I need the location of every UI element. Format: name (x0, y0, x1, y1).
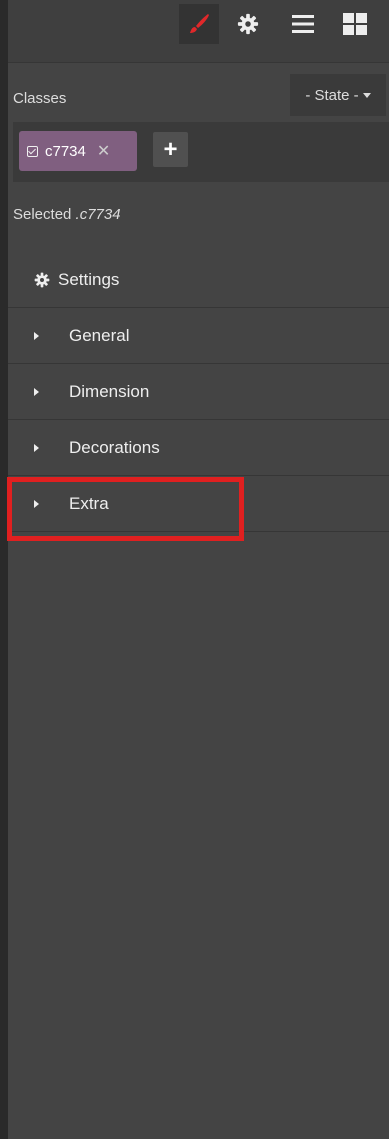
sector-general[interactable]: General (8, 307, 389, 363)
classes-label: Classes (13, 90, 67, 107)
class-tags-container: c7734 ✕ + (13, 122, 389, 182)
class-tag-label: c7734 (45, 142, 86, 160)
selected-prefix: Selected (13, 206, 72, 223)
caret-right-icon (34, 499, 39, 508)
gear-icon (237, 13, 259, 35)
state-select[interactable]: - State - (290, 74, 386, 116)
chevron-down-icon (362, 92, 371, 98)
checkbox-icon[interactable] (27, 145, 38, 157)
caret-right-icon (34, 387, 39, 396)
sector-dimension[interactable]: Dimension (8, 363, 389, 419)
settings-header: Settings (8, 252, 389, 307)
left-edge-strip (0, 0, 8, 1139)
sector-label: Decorations (69, 437, 160, 457)
class-tag[interactable]: c7734 ✕ (19, 131, 137, 171)
sector-label: Dimension (69, 381, 150, 401)
blocks-icon (343, 13, 367, 35)
menu-icon (292, 15, 314, 33)
settings-label: Settings (58, 269, 120, 289)
caret-right-icon (34, 443, 39, 452)
block-manager-button[interactable] (335, 4, 375, 44)
panel-toolbar (8, 0, 389, 63)
add-class-button[interactable]: + (153, 132, 188, 167)
sector-label: General (69, 325, 130, 345)
state-select-value: - State - (305, 86, 359, 104)
style-manager-panel: Classes - State - c7734 ✕ + Selected .c7… (7, 0, 389, 1139)
sectors-list: Settings General Dimension Decorations E… (8, 252, 389, 532)
sector-label: Extra (69, 493, 109, 513)
paint-brush-icon (190, 14, 209, 33)
style-manager-button[interactable] (179, 4, 219, 44)
selected-indicator: Selected .c7734 (13, 206, 121, 223)
close-icon[interactable]: ✕ (97, 141, 110, 161)
layer-manager-button[interactable] (283, 4, 323, 44)
caret-right-icon (34, 331, 39, 340)
selected-value: .c7734 (75, 206, 121, 223)
gear-icon (34, 272, 50, 287)
trait-manager-button[interactable] (228, 4, 268, 44)
sector-decorations[interactable]: Decorations (8, 419, 389, 475)
sector-extra[interactable]: Extra (8, 475, 389, 532)
